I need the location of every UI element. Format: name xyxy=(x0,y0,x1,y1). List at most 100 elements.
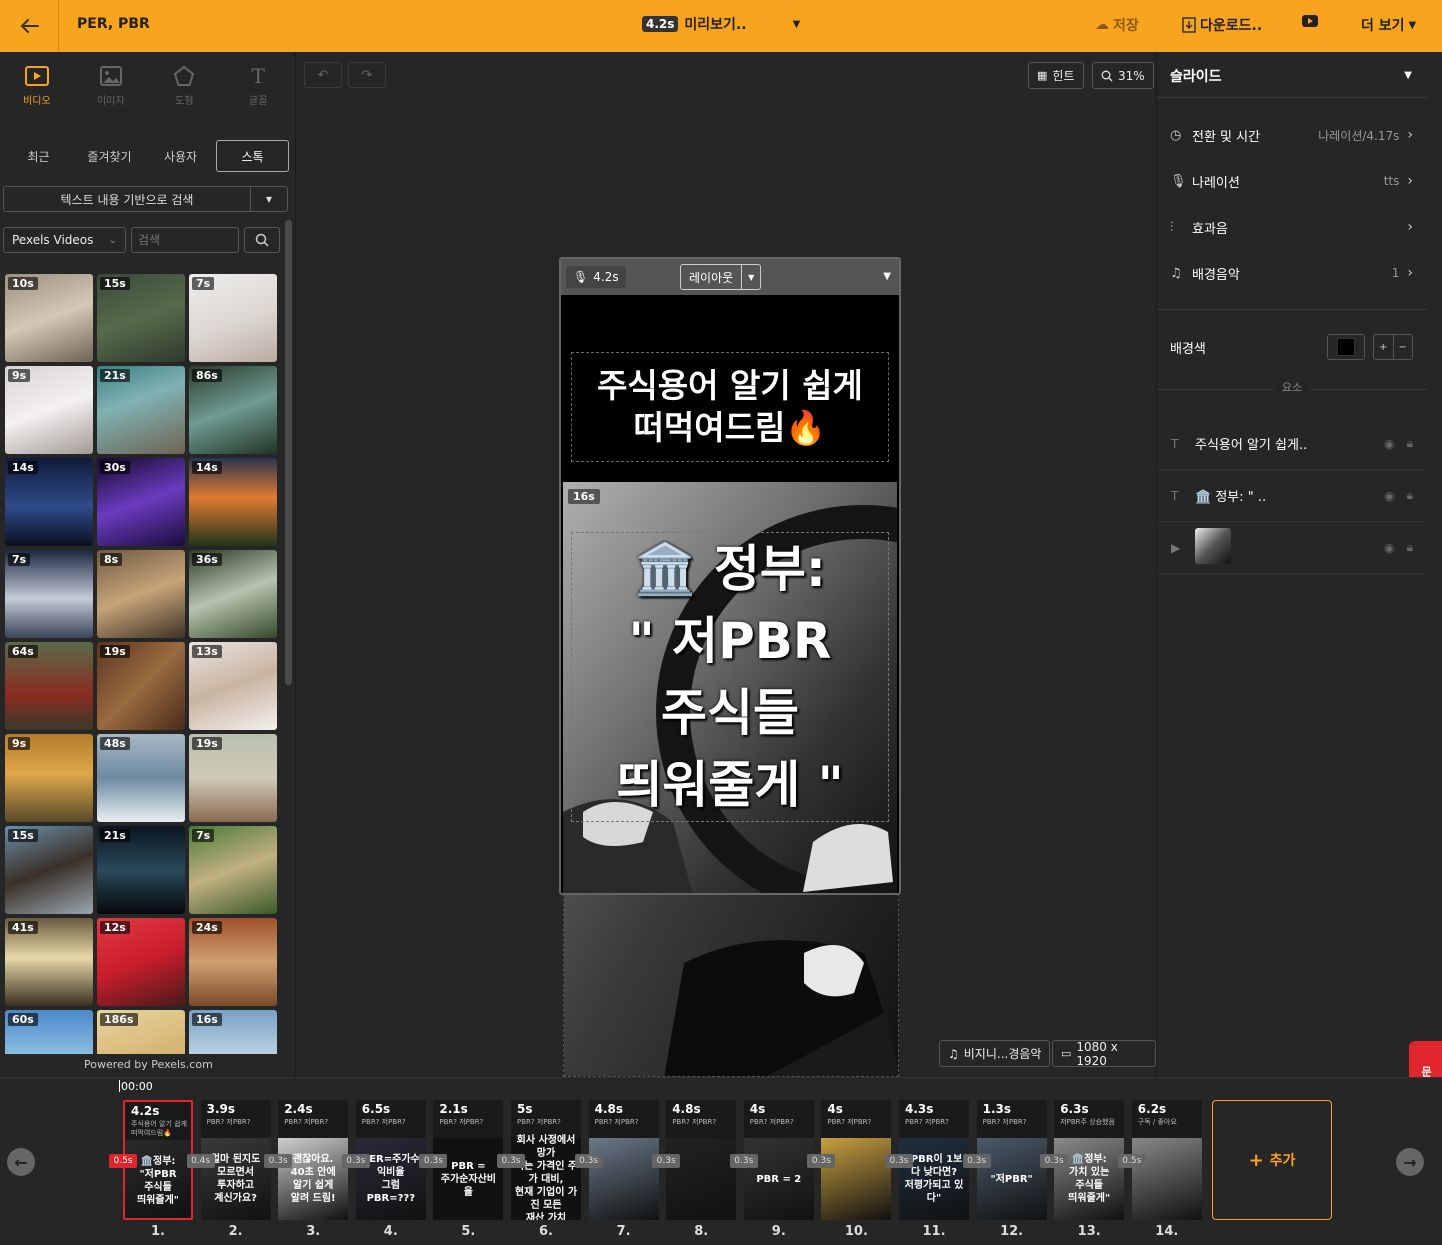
layout-label: 레이아웃 xyxy=(681,265,743,289)
transition-duration[interactable]: 0.3s xyxy=(962,1154,991,1168)
plus-icon[interactable]: + xyxy=(1374,335,1393,359)
element-row[interactable]: ▶ ◉ 🔒︎ xyxy=(1157,522,1427,574)
chevron-down-icon[interactable]: ▼ xyxy=(1404,70,1412,81)
transition-duration[interactable]: 0.4s xyxy=(186,1154,215,1168)
stock-video-thumb[interactable]: 186s xyxy=(97,1010,185,1054)
stock-video-thumb[interactable]: 64s xyxy=(5,642,93,730)
stock-video-thumb[interactable]: 14s xyxy=(189,458,277,546)
eye-icon[interactable]: ◉ xyxy=(1384,437,1394,451)
save-button[interactable]: ☁ 저장 xyxy=(1095,15,1139,35)
transition-duration[interactable]: 0.5s xyxy=(109,1154,137,1168)
transition-duration[interactable]: 0.3s xyxy=(885,1154,913,1168)
stock-video-thumb[interactable]: 12s xyxy=(97,918,185,1006)
transition-duration[interactable]: 0.3s xyxy=(419,1154,448,1168)
next-arrow-icon[interactable]: → xyxy=(1396,1148,1424,1176)
transition-duration[interactable]: 0.3s xyxy=(652,1154,681,1168)
undo-button[interactable]: ↶ xyxy=(304,62,342,88)
stock-video-thumb[interactable]: 14s xyxy=(5,458,93,546)
stock-video-thumb[interactable]: 21s xyxy=(97,366,185,454)
stock-video-thumb[interactable]: 24s xyxy=(189,918,277,1006)
transition-duration[interactable]: 0.3s xyxy=(497,1154,525,1168)
stock-video-thumb[interactable]: 30s xyxy=(97,458,185,546)
provider-select[interactable]: Pexels Videos ⌄ xyxy=(3,227,126,253)
stock-video-thumb[interactable]: 10s xyxy=(5,274,93,362)
project-title[interactable]: PER, PBR xyxy=(77,16,150,32)
element-row[interactable]: T 주식용어 알기 쉽게.. ◉ 🔒︎ xyxy=(1157,418,1427,470)
bgm-row[interactable]: ♫ 배경음악 1 › xyxy=(1170,258,1413,288)
back-arrow-icon[interactable] xyxy=(16,12,44,40)
youtube-button[interactable] xyxy=(1302,15,1318,27)
transition-duration[interactable]: 0.3s xyxy=(574,1154,603,1168)
title-text-element[interactable]: 주식용어 알기 쉽게 떠먹여드림🔥 xyxy=(571,352,889,462)
monitor-icon: ▭ xyxy=(1061,1047,1072,1060)
chevron-down-icon[interactable]: ▼ xyxy=(883,271,891,282)
stock-video-thumb[interactable]: 9s xyxy=(5,734,93,822)
stock-video-thumb[interactable]: 9s xyxy=(5,366,93,454)
stock-video-thumb[interactable]: 48s xyxy=(97,734,185,822)
lock-icon[interactable]: 🔒︎ xyxy=(1407,488,1413,503)
stock-video-thumb[interactable]: 15s xyxy=(5,826,93,914)
tab-stock[interactable]: 스톡 xyxy=(216,140,289,172)
tab-image[interactable]: 이미지 xyxy=(74,52,148,118)
search-button[interactable] xyxy=(244,227,280,253)
transition-duration[interactable]: 0.5s xyxy=(1117,1154,1146,1168)
tab-shape-label: 도형 xyxy=(175,95,194,107)
zoom-button[interactable]: 31% xyxy=(1092,62,1154,89)
download-label: 다운로드.. xyxy=(1200,18,1263,34)
stock-video-thumb[interactable]: 13s xyxy=(189,642,277,730)
stock-video-thumb[interactable]: 21s xyxy=(97,826,185,914)
stock-video-thumb[interactable]: 7s xyxy=(189,274,277,362)
transition-duration[interactable]: 0.3s xyxy=(264,1154,293,1168)
transition-duration[interactable]: 0.3s xyxy=(341,1154,370,1168)
tab-user[interactable]: 사용자 xyxy=(145,140,216,172)
tab-text[interactable]: T 글꼴 xyxy=(221,52,295,118)
stock-video-thumb[interactable]: 86s xyxy=(189,366,277,454)
stock-video-thumb[interactable]: 8s xyxy=(97,550,185,638)
video-duration: 41s xyxy=(8,921,38,934)
preview-button[interactable]: 4.2s 미리보기.. ▼ xyxy=(642,14,800,34)
transition-duration[interactable]: 0.3s xyxy=(807,1154,836,1168)
stock-video-thumb[interactable]: 19s xyxy=(189,734,277,822)
more-button[interactable]: 더 보기 ▼ xyxy=(1361,15,1416,35)
stock-video-thumb[interactable]: 16s xyxy=(189,1010,277,1054)
tab-favorites[interactable]: 즐겨찾기 xyxy=(74,140,145,172)
stock-video-thumb[interactable]: 36s xyxy=(189,550,277,638)
bg-color-plus-minus[interactable]: + − xyxy=(1373,334,1413,360)
bg-color-swatch[interactable] xyxy=(1327,334,1365,360)
eye-icon[interactable]: ◉ xyxy=(1384,489,1394,503)
prev-arrow-icon[interactable]: ← xyxy=(7,1148,35,1176)
search-input[interactable] xyxy=(131,227,239,253)
layout-button[interactable]: 레이아웃 ▼ xyxy=(680,264,762,290)
overlay-text-element[interactable]: 🏛️ 정부: " 저PBR 주식들 띄워줄게 " xyxy=(571,532,889,822)
stock-video-thumb[interactable]: 15s xyxy=(97,274,185,362)
eye-icon[interactable]: ◉ xyxy=(1384,541,1394,555)
stock-video-thumb[interactable]: 41s xyxy=(5,918,93,1006)
tab-shape[interactable]: 도형 xyxy=(148,52,222,118)
lock-icon[interactable]: 🔒︎ xyxy=(1407,540,1413,555)
tab-video[interactable]: 비디오 xyxy=(0,52,74,118)
stock-video-thumb[interactable]: 19s xyxy=(97,642,185,730)
slide-header: 4.2s 주식용어 알기 쉽게 떠먹여드림🔥 xyxy=(125,1102,191,1140)
stock-video-thumb[interactable]: 7s xyxy=(5,550,93,638)
stock-video-thumb[interactable]: 60s xyxy=(5,1010,93,1054)
search-mode-select[interactable]: 텍스트 내용 기반으로 검색 ▼ xyxy=(3,186,288,212)
add-slide-button[interactable]: + 추가 xyxy=(1212,1100,1332,1220)
sound-effect-row[interactable]: ⫶ 효과음 › xyxy=(1170,212,1413,242)
element-row[interactable]: T 🏛️ 정부: " .. ◉ 🔒︎ xyxy=(1157,470,1427,522)
redo-button[interactable]: ↷ xyxy=(348,62,386,88)
media-scrollbar[interactable] xyxy=(285,220,292,685)
transition-duration[interactable]: 0.3s xyxy=(1040,1154,1069,1168)
transition-time-row[interactable]: ◷ 전환 및 시간 나레이션/4.17s › xyxy=(1170,120,1413,150)
narration-row[interactable]: 🎙 나레이션 tts › xyxy=(1170,166,1413,196)
transition-duration[interactable]: 0.3s xyxy=(729,1154,758,1168)
slide-duration-pill[interactable]: 🎙 4.2s xyxy=(566,266,626,288)
minus-icon[interactable]: − xyxy=(1392,335,1413,359)
slide-duration: 2.4s xyxy=(284,1102,313,1116)
bgm-button[interactable]: ♫ 비지니...경음악 xyxy=(939,1040,1051,1067)
download-button[interactable]: 다운로드.. xyxy=(1182,15,1262,35)
tab-recent[interactable]: 최근 xyxy=(3,140,74,172)
stock-video-thumb[interactable]: 7s xyxy=(189,826,277,914)
hint-button[interactable]: ▦ 힌트 xyxy=(1028,62,1084,89)
resolution-button[interactable]: ▭ 1080 x 1920 xyxy=(1052,1040,1156,1068)
lock-icon[interactable]: 🔒︎ xyxy=(1407,436,1413,451)
